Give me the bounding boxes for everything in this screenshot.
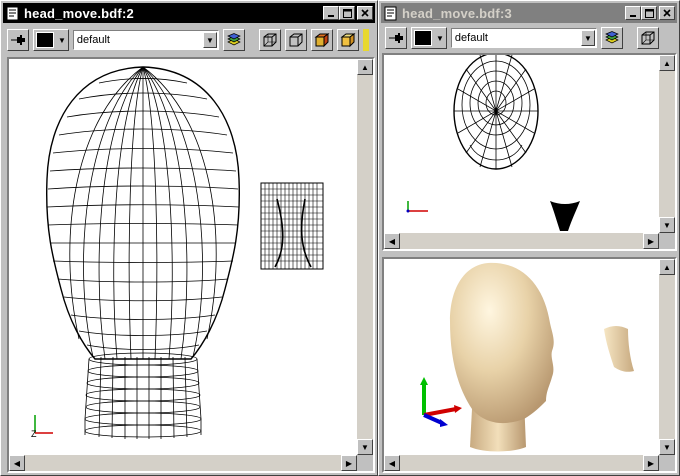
- toolbar-overflow: [362, 29, 369, 51]
- scroll-right-button[interactable]: ▶: [643, 233, 659, 249]
- cube-hidden-icon: [289, 33, 303, 47]
- view-wireframe-button[interactable]: [258, 29, 281, 51]
- axis-triad-icon: Z: [31, 415, 53, 439]
- ear-top-silhouette: [550, 201, 580, 231]
- color-picker[interactable]: ▼: [33, 29, 69, 51]
- pushpin-icon: [11, 35, 25, 45]
- title-bar[interactable]: head_move.bdf:2: [3, 3, 375, 23]
- wireframe-head-top-mesh: [453, 55, 539, 170]
- wireframe-ear-mesh: [260, 182, 324, 270]
- combo-dropdown-button[interactable]: ▼: [580, 30, 595, 46]
- scroll-corner: [357, 455, 373, 471]
- minimize-button[interactable]: [625, 6, 641, 20]
- viewport-2-canvas[interactable]: Z ▲ ▼ ◀ ▶: [7, 57, 375, 473]
- vertical-scrollbar[interactable]: ▲ ▼: [659, 55, 675, 233]
- chevron-down-icon: ▼: [58, 35, 66, 45]
- scroll-right-button[interactable]: ▶: [341, 455, 357, 471]
- scroll-left-button[interactable]: ◀: [384, 233, 400, 249]
- viewport-toolbar: ▼ default ▼: [381, 24, 677, 52]
- pushpin-icon: [389, 33, 403, 43]
- color-swatch-icon: [414, 30, 432, 46]
- wireframe-head-mesh: [45, 66, 241, 360]
- layers-button[interactable]: [222, 29, 245, 51]
- pin-button[interactable]: [7, 29, 29, 51]
- scroll-corner: [659, 455, 675, 471]
- scroll-up-button[interactable]: ▲: [357, 59, 373, 75]
- color-picker[interactable]: ▼: [411, 27, 447, 49]
- vertical-scrollbar[interactable]: ▲ ▼: [659, 259, 675, 455]
- maximize-button[interactable]: [641, 6, 657, 20]
- viewport-3-bottom-canvas[interactable]: ▲ ▼ ◀ ▶: [382, 257, 677, 473]
- scroll-right-button[interactable]: ▶: [643, 455, 659, 471]
- horizontal-scrollbar[interactable]: ◀ ▶: [9, 455, 357, 471]
- viewport-window-2[interactable]: head_move.bdf:2 ▼ default ▼ Z ▲ ▼ ◀ ▶: [0, 0, 378, 476]
- close-button[interactable]: [357, 6, 373, 20]
- viewport-window-3[interactable]: head_move.bdf:3 ▼ default ▼ ▲ ▼ ◀ ▶ ▲ ▼ …: [378, 0, 680, 476]
- layers-icon: [605, 31, 619, 44]
- view-shaded-button[interactable]: [336, 29, 359, 51]
- pin-button[interactable]: [385, 27, 407, 49]
- document-icon: [384, 6, 398, 21]
- svg-text:Z: Z: [31, 429, 37, 439]
- combo-dropdown-button[interactable]: ▼: [202, 32, 217, 48]
- horizontal-scrollbar[interactable]: ◀ ▶: [384, 233, 659, 249]
- view-hidden-button[interactable]: [284, 29, 307, 51]
- cube-wire-icon: [263, 33, 277, 47]
- viewport-toolbar: ▼ default ▼: [3, 25, 375, 55]
- scroll-down-button[interactable]: ▼: [659, 217, 675, 233]
- view-wireframe-button[interactable]: [636, 27, 659, 49]
- layer-combo[interactable]: default ▼: [450, 28, 597, 48]
- axis-triad-icon: [406, 201, 428, 213]
- layer-combo-value: default: [454, 32, 488, 44]
- view-flat-button[interactable]: [310, 29, 333, 51]
- window-title: head_move.bdf:2: [24, 5, 134, 21]
- horizontal-scrollbar[interactable]: ◀ ▶: [384, 455, 659, 471]
- wireframe-view: Z: [31, 66, 324, 439]
- scroll-up-button[interactable]: ▲: [659, 55, 675, 71]
- cube-shaded-icon: [340, 33, 356, 48]
- window-title: head_move.bdf:3: [402, 5, 512, 21]
- layers-icon: [227, 33, 241, 46]
- chevron-down-icon: ▼: [436, 33, 444, 43]
- layers-button[interactable]: [600, 27, 623, 49]
- cube-flat-icon: [314, 33, 330, 48]
- scroll-left-button[interactable]: ◀: [9, 455, 25, 471]
- cube-wire-icon: [641, 31, 655, 45]
- scroll-down-button[interactable]: ▼: [357, 439, 373, 455]
- shaded-head: [450, 262, 554, 424]
- close-button[interactable]: [659, 6, 675, 20]
- title-bar[interactable]: head_move.bdf:3: [381, 3, 677, 23]
- wireframe-neck-mesh: [84, 352, 202, 439]
- scroll-left-button[interactable]: ◀: [384, 455, 400, 471]
- document-icon: [6, 6, 20, 21]
- maximize-button[interactable]: [339, 6, 355, 20]
- axis-triad-icon: [420, 377, 462, 427]
- top-wireframe-view: [406, 55, 580, 231]
- scroll-down-button[interactable]: ▼: [659, 439, 675, 455]
- shaded-view: [420, 262, 634, 452]
- layer-combo-value: default: [76, 34, 110, 46]
- scroll-up-button[interactable]: ▲: [659, 259, 675, 275]
- minimize-button[interactable]: [323, 6, 339, 20]
- color-swatch-icon: [36, 32, 54, 48]
- scroll-corner: [659, 233, 675, 249]
- viewport-3-top-canvas[interactable]: ▲ ▼ ◀ ▶: [382, 53, 677, 251]
- layer-combo[interactable]: default ▼: [72, 30, 219, 50]
- vertical-scrollbar[interactable]: ▲ ▼: [357, 59, 373, 455]
- shaded-ear: [604, 326, 634, 372]
